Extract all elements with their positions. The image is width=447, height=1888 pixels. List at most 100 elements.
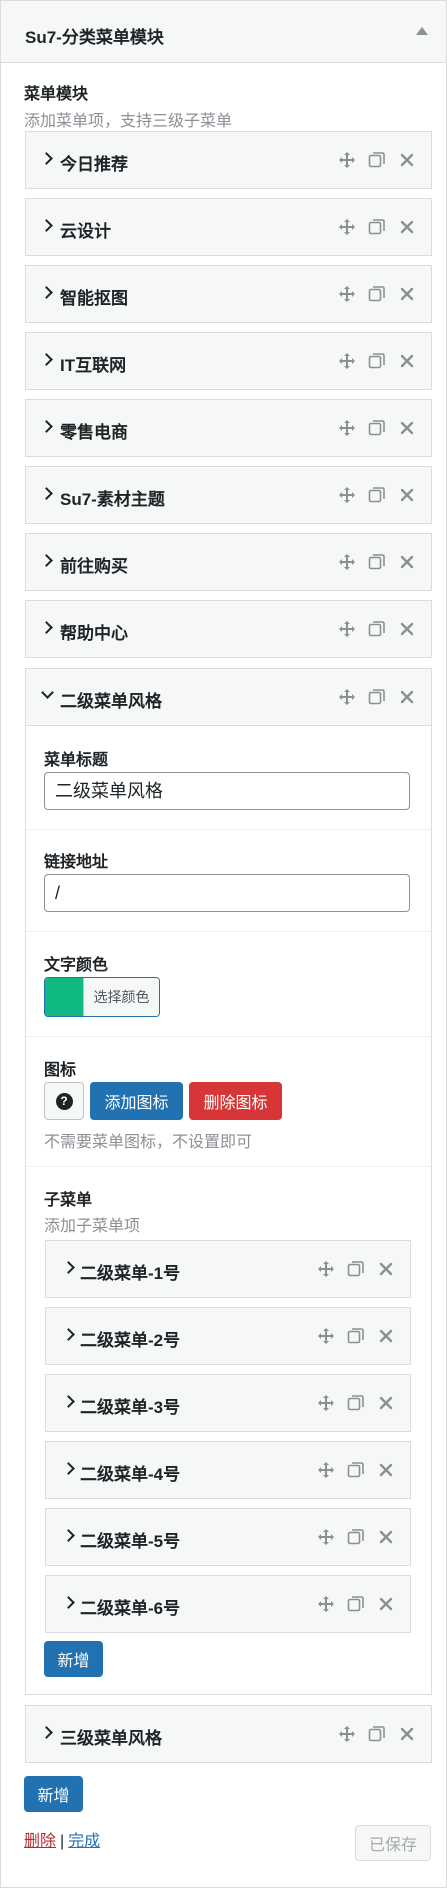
chevron-right-icon[interactable] xyxy=(40,286,53,299)
chevron-right-icon[interactable] xyxy=(62,1261,75,1274)
chevron-right-icon[interactable] xyxy=(62,1596,75,1609)
duplicate-icon[interactable] xyxy=(367,619,387,639)
menu-item[interactable]: 云设计 xyxy=(25,198,432,256)
duplicate-icon[interactable] xyxy=(346,1460,366,1480)
close-icon[interactable] xyxy=(376,1594,396,1614)
duplicate-icon[interactable] xyxy=(346,1259,366,1279)
submenu-add-button[interactable]: 新增 xyxy=(44,1641,103,1677)
move-icon[interactable] xyxy=(337,485,357,505)
duplicate-icon[interactable] xyxy=(346,1326,366,1346)
close-icon[interactable] xyxy=(376,1527,396,1547)
duplicate-icon[interactable] xyxy=(367,418,387,438)
menu-item[interactable]: 帮助中心 xyxy=(25,600,432,658)
chevron-right-icon[interactable] xyxy=(62,1395,75,1408)
menu-item[interactable]: 今日推荐 xyxy=(25,131,432,189)
close-icon[interactable] xyxy=(397,351,417,371)
duplicate-icon[interactable] xyxy=(367,351,387,371)
title-field-label: 菜单标题 xyxy=(44,752,109,769)
close-icon[interactable] xyxy=(397,418,417,438)
collapse-arrow-icon[interactable] xyxy=(416,27,428,35)
move-icon[interactable] xyxy=(337,1724,357,1744)
move-icon[interactable] xyxy=(337,150,357,170)
submenu-item[interactable]: 二级菜单-3号 xyxy=(45,1374,411,1432)
widget-header[interactable]: Su7-分类菜单模块 xyxy=(1,1,446,63)
delete-link[interactable]: 删除 xyxy=(24,1833,56,1850)
menu-item-label: 二级菜单风格 xyxy=(60,692,162,711)
menu-item-label: IT互联网 xyxy=(60,356,127,375)
close-icon[interactable] xyxy=(397,687,417,707)
move-icon[interactable] xyxy=(337,619,357,639)
color-picker-button[interactable]: 选择颜色 xyxy=(44,977,160,1017)
duplicate-icon[interactable] xyxy=(367,687,387,707)
close-icon[interactable] xyxy=(397,552,417,572)
chevron-right-icon[interactable] xyxy=(62,1462,75,1475)
duplicate-icon[interactable] xyxy=(367,485,387,505)
close-icon[interactable] xyxy=(397,1724,417,1744)
menu-item-expanded[interactable]: 二级菜单风格 xyxy=(25,668,432,726)
chevron-right-icon[interactable] xyxy=(40,487,53,500)
submenu-item[interactable]: 二级菜单-6号 xyxy=(45,1575,411,1633)
link-input[interactable]: / xyxy=(44,874,410,912)
chevron-right-icon[interactable] xyxy=(40,152,53,165)
duplicate-icon[interactable] xyxy=(346,1594,366,1614)
submenu-item[interactable]: 二级菜单-2号 xyxy=(45,1307,411,1365)
close-icon[interactable] xyxy=(376,1460,396,1480)
move-icon[interactable] xyxy=(337,217,357,237)
duplicate-icon[interactable] xyxy=(367,284,387,304)
remove-icon-button[interactable]: 删除图标 xyxy=(189,1082,282,1120)
move-icon[interactable] xyxy=(316,1527,336,1547)
chevron-right-icon[interactable] xyxy=(40,1726,53,1739)
chevron-right-icon[interactable] xyxy=(40,420,53,433)
divider xyxy=(26,1036,431,1037)
move-icon[interactable] xyxy=(337,552,357,572)
close-icon[interactable] xyxy=(397,619,417,639)
move-icon[interactable] xyxy=(316,1259,336,1279)
done-link[interactable]: 完成 xyxy=(68,1833,100,1850)
chevron-right-icon[interactable] xyxy=(40,219,53,232)
close-icon[interactable] xyxy=(397,485,417,505)
color-swatch[interactable] xyxy=(45,978,83,1016)
duplicate-icon[interactable] xyxy=(367,1724,387,1744)
title-input[interactable]: 二级菜单风格 xyxy=(44,772,410,810)
menu-item[interactable]: 零售电商 xyxy=(25,399,432,457)
saved-button[interactable]: 已保存 xyxy=(355,1825,431,1861)
close-icon[interactable] xyxy=(376,1326,396,1346)
close-icon[interactable] xyxy=(397,217,417,237)
chevron-right-icon[interactable] xyxy=(62,1529,75,1542)
menu-item[interactable]: 智能抠图 xyxy=(25,265,432,323)
menu-item[interactable]: Su7-素材主题 xyxy=(25,466,432,524)
move-icon[interactable] xyxy=(337,284,357,304)
submenu-item[interactable]: 二级菜单-4号 xyxy=(45,1441,411,1499)
menu-item[interactable]: 三级菜单风格 xyxy=(25,1705,432,1763)
chevron-right-icon[interactable] xyxy=(40,621,53,634)
close-icon[interactable] xyxy=(397,284,417,304)
duplicate-icon[interactable] xyxy=(367,217,387,237)
chevron-down-icon[interactable] xyxy=(41,686,54,699)
close-icon[interactable] xyxy=(376,1259,396,1279)
move-icon[interactable] xyxy=(316,1393,336,1413)
submenu-item[interactable]: 二级菜单-5号 xyxy=(45,1508,411,1566)
move-icon[interactable] xyxy=(316,1594,336,1614)
move-icon[interactable] xyxy=(337,687,357,707)
duplicate-icon[interactable] xyxy=(367,552,387,572)
duplicate-icon[interactable] xyxy=(346,1393,366,1413)
move-icon[interactable] xyxy=(337,418,357,438)
move-icon[interactable] xyxy=(316,1326,336,1346)
chevron-right-icon[interactable] xyxy=(40,353,53,366)
add-icon-button[interactable]: 添加图标 xyxy=(90,1082,183,1120)
icon-help-button[interactable]: ? xyxy=(44,1082,84,1120)
add-menu-item-button[interactable]: 新增 xyxy=(24,1776,83,1812)
duplicate-icon[interactable] xyxy=(367,150,387,170)
submenu-item[interactable]: 二级菜单-1号 xyxy=(45,1240,411,1298)
close-icon[interactable] xyxy=(376,1393,396,1413)
duplicate-icon[interactable] xyxy=(346,1527,366,1547)
menu-item[interactable]: IT互联网 xyxy=(25,332,432,390)
chevron-right-icon[interactable] xyxy=(62,1328,75,1341)
menu-item[interactable]: 前往购买 xyxy=(25,533,432,591)
move-icon[interactable] xyxy=(337,351,357,371)
close-icon[interactable] xyxy=(397,150,417,170)
menu-item-label: 今日推荐 xyxy=(60,155,128,174)
chevron-right-icon[interactable] xyxy=(40,554,53,567)
move-icon[interactable] xyxy=(316,1460,336,1480)
color-picker-label: 选择颜色 xyxy=(83,978,159,1016)
